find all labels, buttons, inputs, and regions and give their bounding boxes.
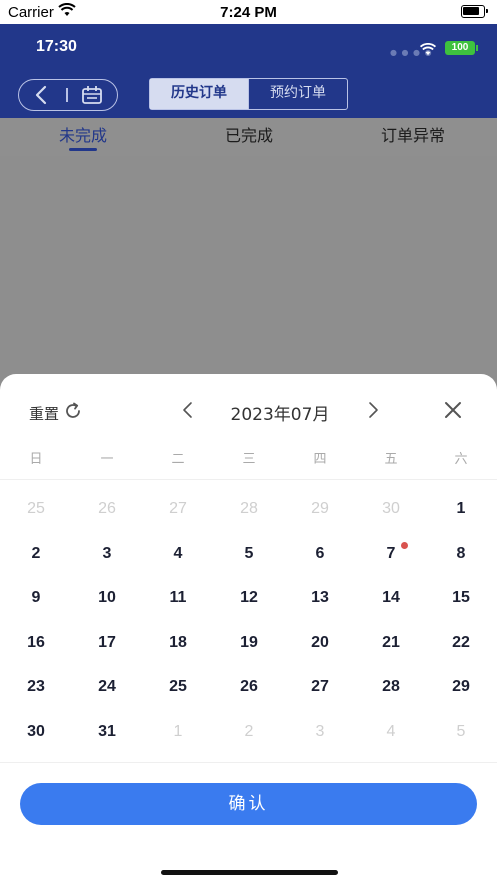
battery-indicator: 100 [445,41,478,55]
weekday-label: 五 [384,452,398,467]
weekday-label: 一 [100,452,114,467]
calendar-day[interactable]: 4 [158,539,198,569]
calendar-day[interactable]: 20 [300,628,340,658]
app-clock: 17:30 [36,38,77,55]
divider [0,479,497,480]
calendar-icon[interactable] [81,85,103,109]
date-picker-sheet: 重置 2023年07月 日一二三四五六 25 26 27 28 29 30 1 2 3 4 5 6 7 8… [0,374,497,883]
reset-label: 重置 [29,404,60,423]
calendar-day[interactable]: 24 [87,672,127,702]
tab-exception[interactable]: 订单异常 [343,122,483,146]
weekday-label: 三 [242,452,256,467]
calendar-day[interactable]: 5 [229,539,269,569]
status-tabs: 未完成 已完成 订单异常 [0,118,497,156]
event-dot [401,541,408,549]
calendar-day[interactable]: 8 [441,539,481,569]
calendar-day[interactable]: 21 [371,628,411,658]
calendar-day[interactable]: 14 [371,583,411,613]
calendar-day[interactable]: 10 [87,583,127,613]
calendar-day: 25 [27,500,45,517]
calendar-day[interactable]: 9 [16,583,56,613]
segment-reserved-orders[interactable]: 预约订单 [248,79,347,109]
calendar-day[interactable]: 31 [87,717,127,747]
calendar-day: 2 [244,722,254,740]
ios-clock: 7:24 PM [220,4,277,21]
battery-icon [461,5,488,18]
wifi-icon [419,41,437,60]
calendar-day: 28 [240,500,258,517]
weekday-label: 二 [171,452,185,467]
reset-button[interactable]: 重置 [29,401,83,425]
calendar-day: 1 [173,722,183,740]
divider [0,762,497,763]
calendar-day[interactable]: 27 [300,672,340,702]
chevron-left-icon[interactable] [181,400,195,424]
weekday-label: 四 [313,452,327,467]
calendar-day[interactable]: 12 [229,583,269,613]
app-header: 17:30 ● ● ● ● 100 历史订单 预约订单 [0,24,497,118]
month-title: 2023年07月 [230,405,330,425]
ios-status-bar: Carrier 7:24 PM [0,0,497,24]
capsule-divider [66,88,68,102]
calendar-day[interactable]: 13 [300,583,340,613]
calendar-day: 27 [169,500,187,517]
calendar-day[interactable]: 1 [441,494,481,524]
calendar-day: 30 [382,500,400,517]
confirm-button[interactable]: 确认 [20,783,477,825]
calendar-day[interactable]: 22 [441,628,481,658]
weekday-label: 日 [29,452,43,467]
calendar-day[interactable]: 15 [441,583,481,613]
calendar-day[interactable]: 30 [16,717,56,747]
nav-capsule [18,79,118,111]
calendar-day[interactable]: 29 [441,672,481,702]
calendar-day[interactable]: 26 [229,672,269,702]
tab-finished[interactable]: 已完成 [179,122,319,146]
tab-active-indicator [69,148,97,151]
calendar-day[interactable]: 3 [87,539,127,569]
order-type-segment: 历史订单 预约订单 [149,78,348,110]
back-icon[interactable] [33,85,51,109]
calendar-day[interactable]: 16 [16,628,56,658]
calendar-day[interactable]: 28 [371,672,411,702]
calendar-day: 26 [98,500,116,517]
weekday-label: 六 [454,452,468,467]
calendar-day[interactable]: 6 [300,539,340,569]
tab-unfinished[interactable]: 未完成 [13,122,153,146]
calendar-day[interactable]: 17 [87,628,127,658]
calendar-day[interactable]: 23 [16,672,56,702]
chevron-right-icon[interactable] [366,400,380,424]
calendar-day[interactable]: 2 [16,539,56,569]
refresh-icon [63,401,83,425]
calendar-day[interactable]: 18 [158,628,198,658]
weekday-header: 日一二三四五六 [0,448,497,468]
calendar-day: 5 [456,722,466,740]
calendar-day: 3 [315,722,325,740]
calendar-day: 4 [386,722,396,740]
calendar-day[interactable]: 11 [158,583,198,613]
calendar-day: 29 [311,500,329,517]
calendar-day[interactable]: 25 [158,672,198,702]
calendar-day[interactable]: 19 [229,628,269,658]
close-icon[interactable] [443,400,463,424]
home-indicator [161,870,338,875]
segment-history-orders[interactable]: 历史订单 [150,79,248,109]
